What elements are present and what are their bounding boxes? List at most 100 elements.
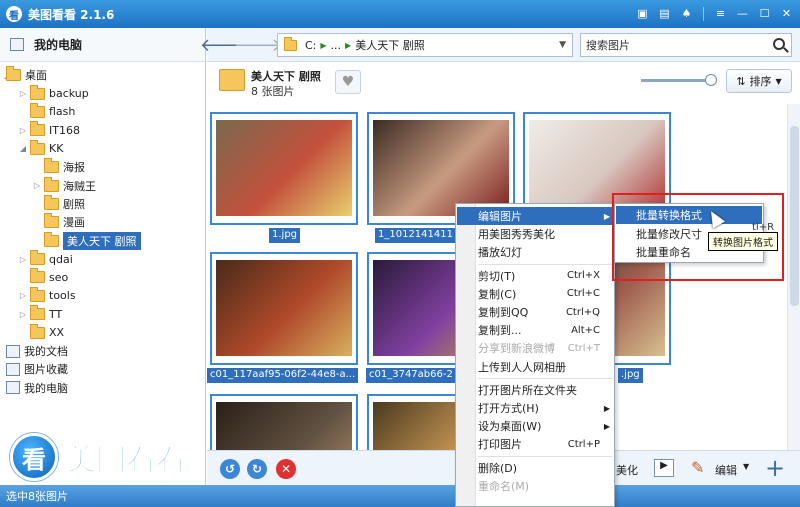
path-ellipsis[interactable]: ... xyxy=(331,39,342,52)
collapsed-arrow-icon[interactable]: ▷ xyxy=(18,291,28,300)
search-input[interactable]: 搜索图片 xyxy=(580,33,792,57)
thumbnail-caption[interactable]: c01_3747ab66-2 xyxy=(366,368,456,383)
context-menu-item[interactable]: 删除(D) xyxy=(457,459,614,477)
folder-icon xyxy=(44,231,59,247)
thumbnail-caption[interactable]: 1_1012141411 xyxy=(375,228,456,243)
menu-item-label: 打印图片 xyxy=(478,438,522,452)
tree-node[interactable]: ◢桌面 xyxy=(0,66,205,84)
edit-button[interactable]: 编辑 xyxy=(715,462,737,478)
tree-node[interactable]: ▷ TT xyxy=(0,305,205,323)
sidebar-header[interactable]: 我的电脑 xyxy=(0,28,205,62)
edit-pen-icon[interactable]: ✎ xyxy=(691,458,704,477)
close-icon[interactable]: ✕ xyxy=(777,4,796,23)
tree-node[interactable]: ▷ backup xyxy=(0,84,205,102)
tree-node[interactable]: 图片收藏 xyxy=(0,360,205,378)
add-icon[interactable]: + xyxy=(765,454,785,482)
settings-icon[interactable]: ▤ xyxy=(655,4,674,23)
tree-node[interactable]: 漫画 xyxy=(0,213,205,231)
back-arrow-icon[interactable]: 🡐 xyxy=(200,34,248,56)
search-icon[interactable] xyxy=(773,38,785,50)
tree-node[interactable]: ▷ qdai xyxy=(0,250,205,268)
context-menu-item[interactable]: 复制(C) Ctrl+C xyxy=(457,285,614,303)
delete-icon[interactable]: ✕ xyxy=(276,459,296,479)
minimize-icon[interactable]: — xyxy=(733,4,752,23)
feedback-icon[interactable]: ▣ xyxy=(633,4,652,23)
menu-item-shortcut: Ctrl+P xyxy=(567,438,600,450)
tree-node[interactable]: 我的电脑 xyxy=(0,379,205,397)
tree-node-label: IT168 xyxy=(49,123,80,137)
context-menu-item[interactable]: 用美图秀秀美化 xyxy=(457,225,614,243)
collapsed-arrow-icon[interactable]: ▷ xyxy=(18,89,28,98)
tree-node-label: backup xyxy=(49,87,89,101)
path-current-folder[interactable]: 美人天下 剧照 xyxy=(355,37,425,53)
collapsed-arrow-icon[interactable]: ▷ xyxy=(18,310,28,319)
context-menu-item[interactable]: 复制到... Alt+C xyxy=(457,321,614,339)
zoom-slider-knob[interactable] xyxy=(705,74,717,86)
context-menu-item[interactable]: 复制到QQ Ctrl+Q xyxy=(457,303,614,321)
context-menu-item[interactable]: 设为桌面(W) ▶ xyxy=(457,417,614,435)
menu-item-label: 播放幻灯 xyxy=(478,246,522,260)
tree-node[interactable]: ◢ KK xyxy=(0,139,205,158)
menu-item-shortcut: Ctrl+C xyxy=(566,288,600,300)
docs-icon xyxy=(6,344,20,358)
context-menu-item[interactable]: 播放幻灯 xyxy=(457,243,614,261)
tree-node[interactable]: ▷ IT168 xyxy=(0,121,205,139)
menu-item-label: 重命名(M) xyxy=(478,479,530,493)
context-menu-item[interactable]: 上传到人人网相册 xyxy=(457,358,614,376)
edit-dropdown-icon[interactable]: ▼ xyxy=(743,462,749,471)
tree-node[interactable]: 我的文档 xyxy=(0,342,205,360)
menu-item-label: 分享到新浪微博 xyxy=(478,342,555,356)
thumbnail[interactable] xyxy=(210,394,358,450)
path-dropdown-icon[interactable]: ▼ xyxy=(559,40,566,50)
context-menu-item[interactable]: 编辑图片 ▶ xyxy=(457,207,614,225)
expanded-arrow-icon[interactable]: ◢ xyxy=(18,144,28,153)
skin-icon[interactable]: ♠ xyxy=(677,4,696,23)
beautify-button[interactable]: 美化 xyxy=(616,462,638,478)
tree-node-label: 我的电脑 xyxy=(24,381,68,395)
menu-item-label: 复制到QQ xyxy=(478,306,529,319)
tree-node[interactable]: ▷ tools xyxy=(0,286,205,305)
tree-node-label: 桌面 xyxy=(25,69,47,83)
thumbnail-caption[interactable]: .jpg xyxy=(618,368,643,383)
rotate-right-icon[interactable]: ↻ xyxy=(247,459,267,479)
tree-node[interactable]: seo xyxy=(0,268,205,286)
tree-node[interactable]: XX xyxy=(0,323,205,341)
navigation-bar: 🡐 🡒 C: ▶ ... ▶ 美人天下 剧照 ▼ 搜索图片 xyxy=(200,28,800,62)
path-bar[interactable]: C: ▶ ... ▶ 美人天下 剧照 ▼ xyxy=(277,33,573,57)
thumbnail-caption[interactable]: c01_117aaf95-06f2-44e8-a... xyxy=(207,368,359,383)
collapsed-arrow-icon[interactable]: ▷ xyxy=(18,255,28,264)
thumbnail-caption[interactable]: 1.jpg xyxy=(269,228,301,243)
folder-icon xyxy=(6,66,21,82)
favorite-heart-icon[interactable]: ♥ xyxy=(335,70,361,94)
collapsed-arrow-icon[interactable]: ▷ xyxy=(32,181,42,190)
collapsed-arrow-icon[interactable]: ▷ xyxy=(18,126,28,135)
context-menu-item[interactable]: 剪切(T) Ctrl+X xyxy=(457,267,614,285)
forward-arrow-icon[interactable]: 🡒 xyxy=(234,34,282,56)
context-menu-item: 分享到新浪微博 Ctrl+T xyxy=(457,339,614,357)
scrollbar-thumb[interactable] xyxy=(790,126,799,306)
tree-node[interactable]: 美人天下 剧照 xyxy=(0,231,205,250)
zoom-slider[interactable] xyxy=(641,74,717,86)
slideshow-icon[interactable]: ▶ xyxy=(654,459,674,477)
tree-node[interactable]: ▷ 海贼王 xyxy=(0,176,205,194)
current-folder-icon xyxy=(219,69,245,91)
context-menu-item[interactable]: 打印图片 Ctrl+P xyxy=(457,435,614,453)
brand-logo-text: 美图看看 xyxy=(66,443,187,479)
context-menu-item[interactable]: 打开方式(H) ▶ xyxy=(457,399,614,417)
context-menu-item[interactable]: 打开图片所在文件夹 xyxy=(457,381,614,399)
maximize-icon[interactable]: ☐ xyxy=(755,4,774,23)
menu-icon[interactable]: ≡ xyxy=(711,4,730,23)
tree-node[interactable]: 剧照 xyxy=(0,194,205,213)
path-drive[interactable]: C: xyxy=(305,39,316,52)
sort-button[interactable]: ⇅ 排序 ▼ xyxy=(726,69,792,93)
tree-node[interactable]: 海报 xyxy=(0,158,205,176)
tree-node-label: flash xyxy=(49,105,76,119)
submenu-item[interactable]: 批量转换格式 xyxy=(616,206,762,224)
computer-icon xyxy=(10,38,24,51)
vertical-scrollbar[interactable] xyxy=(787,104,800,450)
tree-node[interactable]: flash xyxy=(0,102,205,121)
thumbnail[interactable] xyxy=(210,112,358,225)
thumbnail[interactable] xyxy=(210,252,358,365)
tree-node-label: 美人天下 剧照 xyxy=(63,231,141,250)
title-bar: 看 美图看看 2.1.6 ▣ ▤ ♠ ≡ — ☐ ✕ xyxy=(0,0,800,28)
